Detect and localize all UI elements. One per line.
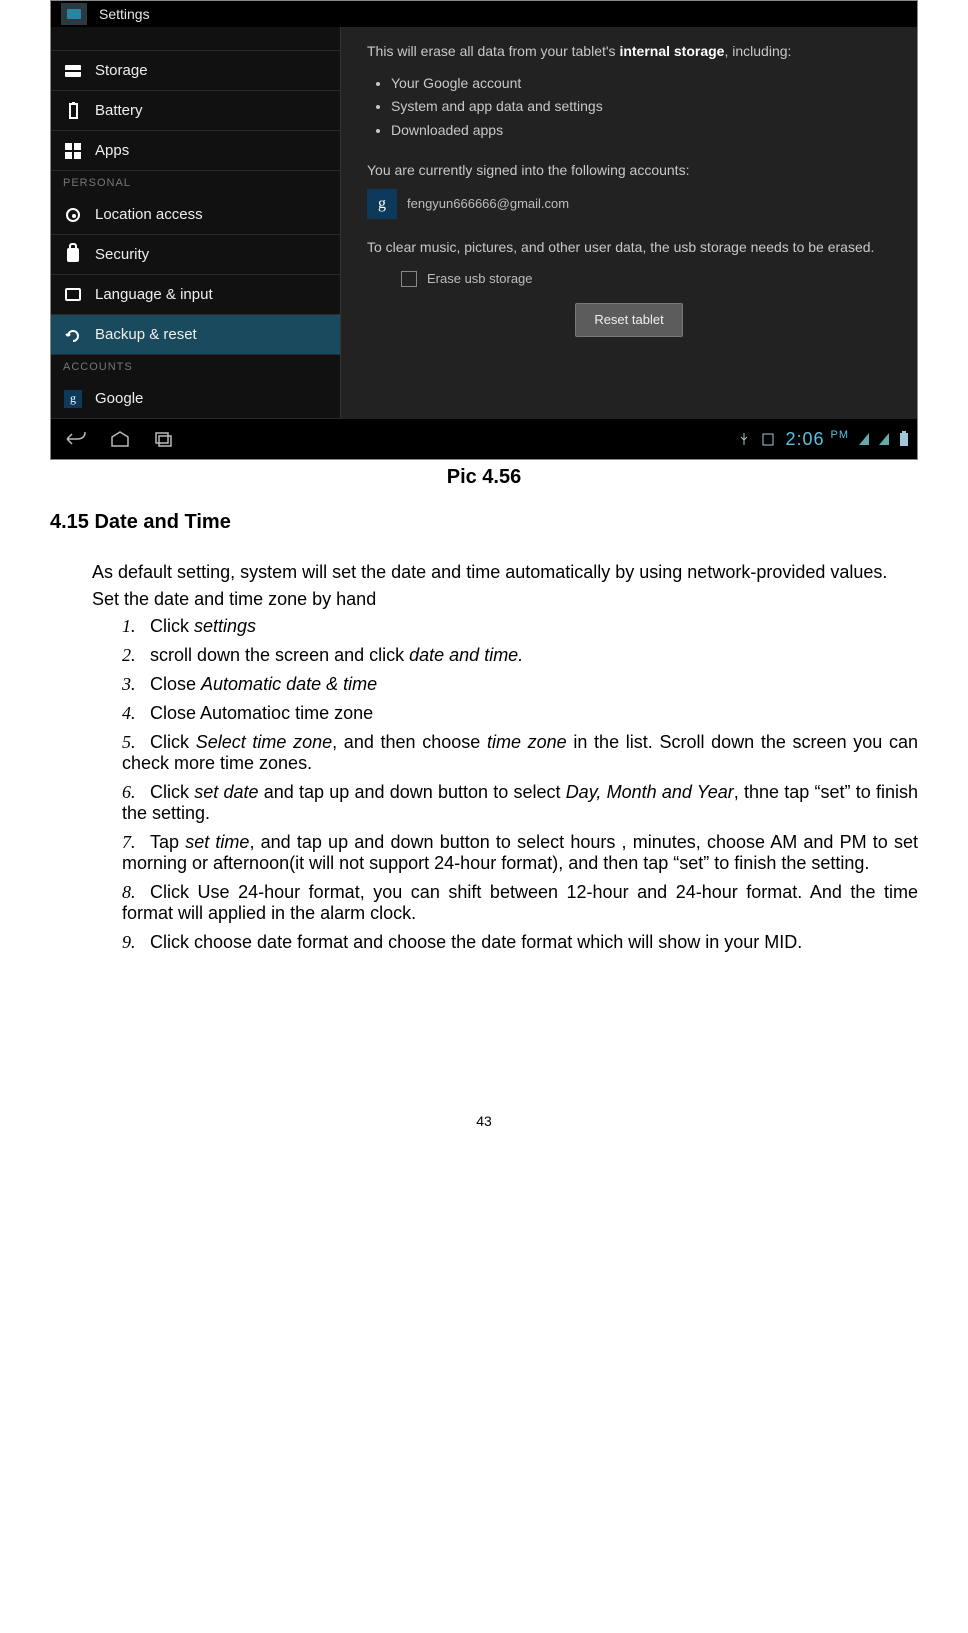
account-row: g fengyun666666@gmail.com [367, 189, 891, 219]
location-icon [63, 205, 83, 225]
checkbox-icon[interactable] [401, 271, 417, 287]
battery-status-icon [899, 431, 909, 447]
steps-list: 1.Click settings 2.scroll down the scree… [122, 616, 918, 953]
intro-paragraph: As default setting, system will set the … [50, 562, 918, 583]
reset-tablet-button[interactable]: Reset tablet [575, 303, 682, 337]
settings-sidebar: Display Storage Battery Apps PERSONAL [51, 27, 341, 419]
step-item: 6.Click set date and tap up and down but… [122, 782, 918, 824]
sidebar-item-battery[interactable]: Battery [51, 91, 340, 131]
language-icon: A [63, 285, 83, 305]
erase-usb-row[interactable]: Erase usb storage [401, 269, 891, 289]
app-icon [61, 3, 87, 25]
sidebar-item-label: Language & input [95, 286, 213, 303]
display-icon [63, 29, 83, 49]
lock-icon [63, 245, 83, 265]
figure-caption: Pic 4.56 [50, 466, 918, 489]
step-item: 1.Click settings [122, 616, 918, 637]
step-item: 5.Click Select time zone, and then choos… [122, 732, 918, 774]
step-item: 8.Click Use 24-hour format, you can shif… [122, 882, 918, 924]
warning-suffix: , including: [724, 43, 791, 59]
google-icon: g [63, 389, 83, 409]
sub-intro: Set the date and time zone by hand [92, 589, 918, 610]
sidebar-item-location[interactable]: Location access [51, 195, 340, 235]
recent-nav-icon[interactable] [153, 430, 175, 448]
battery-icon [63, 101, 83, 121]
status-icons: 2:06 PM [737, 429, 909, 450]
sidebar-item-backup-reset[interactable]: Backup & reset [51, 315, 340, 355]
erase-bullet-list: Your Google account System and app data … [391, 73, 891, 142]
apps-icon [63, 141, 83, 161]
erase-warning-text: This will erase all data from your table… [367, 41, 891, 63]
settings-content: This will erase all data from your table… [341, 27, 917, 419]
warning-strong: internal storage [619, 43, 724, 59]
sidebar-header-accounts: ACCOUNTS [51, 355, 340, 379]
status-bar: Settings [51, 1, 917, 27]
usb-icon [737, 432, 751, 446]
step-item: 9.Click choose date format and choose th… [122, 932, 918, 953]
system-bar: 2:06 PM [51, 419, 917, 459]
cell-signal-icon [879, 433, 889, 445]
android-settings-screenshot: Settings Display Storage Battery [50, 0, 918, 460]
step-item: 2.scroll down the screen and click date … [122, 645, 918, 666]
sidebar-item-security[interactable]: Security [51, 235, 340, 275]
warning-prefix: This will erase all data from your table… [367, 43, 619, 59]
clock: 2:06 PM [785, 429, 849, 450]
storage-icon [63, 61, 83, 81]
sidebar-item-storage[interactable]: Storage [51, 51, 340, 91]
sidebar-item-apps[interactable]: Apps [51, 131, 340, 171]
step-item: 4.Close Automatioc time zone [122, 703, 918, 724]
page-number: 43 [50, 1113, 918, 1129]
signed-in-text: You are currently signed into the follow… [367, 160, 891, 182]
sidebar-item-label: Battery [95, 102, 143, 119]
back-nav-icon[interactable] [65, 430, 87, 448]
sidebar-item-label: Storage [95, 62, 148, 79]
sidebar-item-label: Google [95, 390, 143, 407]
sd-icon [761, 432, 775, 446]
sidebar-item-language[interactable]: A Language & input [51, 275, 340, 315]
google-account-icon: g [367, 189, 397, 219]
screenshot-body: Display Storage Battery Apps PERSONAL [51, 27, 917, 419]
clear-note-text: To clear music, pictures, and other user… [367, 237, 891, 259]
erase-usb-label: Erase usb storage [427, 269, 533, 289]
sidebar-item-display[interactable]: Display [51, 27, 340, 51]
app-title: Settings [99, 6, 150, 22]
sidebar-item-label: Location access [95, 206, 203, 223]
wifi-signal-icon [859, 433, 869, 445]
account-email: fengyun666666@gmail.com [407, 194, 569, 214]
sidebar-header-personal: PERSONAL [51, 171, 340, 195]
bullet-item: System and app data and settings [391, 96, 891, 118]
home-nav-icon[interactable] [109, 430, 131, 448]
bullet-item: Downloaded apps [391, 120, 891, 142]
section-heading: 4.15 Date and Time [50, 511, 918, 534]
bullet-item: Your Google account [391, 73, 891, 95]
backup-icon [63, 325, 83, 345]
sidebar-item-label: Backup & reset [95, 326, 197, 343]
step-item: 7.Tap set time, and tap up and down butt… [122, 832, 918, 874]
sidebar-item-google[interactable]: g Google [51, 379, 340, 419]
sidebar-item-label: Security [95, 246, 149, 263]
sidebar-item-label: Apps [95, 142, 129, 159]
step-item: 3.Close Automatic date & time [122, 674, 918, 695]
